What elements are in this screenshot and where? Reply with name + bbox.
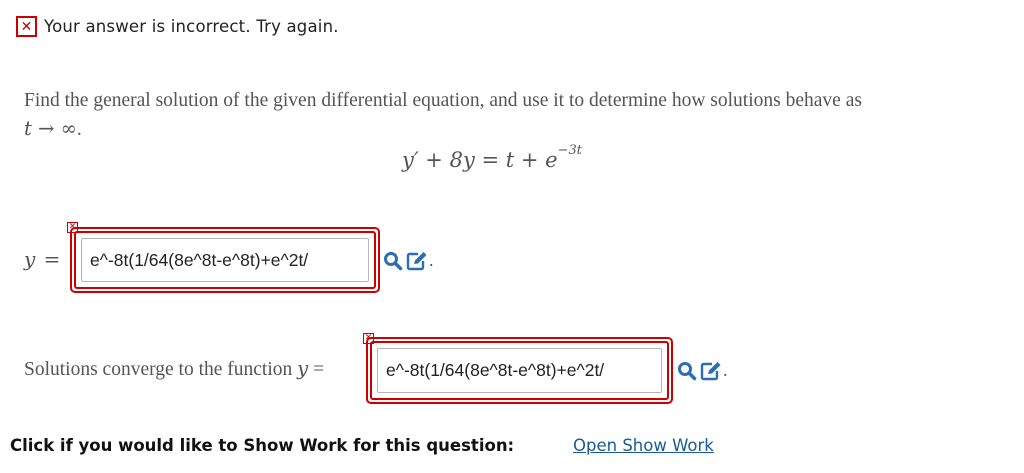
pencil-edit-icon[interactable]	[406, 251, 427, 271]
equation-lhs: y′ + 8y = t + e	[402, 148, 558, 172]
answer2-equals: =	[313, 359, 325, 380]
feedback-banner: ✕ Your answer is incorrect. Try again.	[16, 14, 339, 39]
pencil-edit-icon[interactable]	[700, 361, 721, 381]
limit-expression: t → ∞	[24, 117, 77, 140]
equation-exponent: −3t	[557, 143, 582, 158]
x-mark-icon: ✕	[16, 16, 37, 37]
feedback-text: Your answer is incorrect. Try again.	[44, 17, 339, 36]
magnifier-icon[interactable]	[383, 251, 403, 271]
question-main: Find the general solution of the given d…	[24, 90, 862, 111]
answer2-var: y	[297, 357, 309, 380]
answer1-tools: .	[383, 250, 434, 271]
answer1-period: .	[429, 250, 434, 270]
answer2-frame: e^-8t(1/64(8e^8t-e^8t)+e^2t/	[366, 337, 673, 404]
show-work-prompt: Click if you would like to Show Work for…	[10, 436, 515, 455]
answer2-input[interactable]: e^-8t(1/64(8e^8t-e^8t)+e^2t/	[377, 348, 662, 393]
limit-end: .	[76, 119, 82, 140]
answer1-var: y	[24, 247, 36, 271]
answer1-frame: e^-8t(1/64(8e^8t-e^8t)+e^2t/	[70, 227, 380, 293]
answer2-tools: .	[677, 360, 728, 381]
differential-equation: y′ + 8y = t + e−3t	[402, 143, 582, 172]
answer1-equals: =	[43, 247, 61, 271]
answer2-label: Solutions converge to the function y =	[24, 357, 324, 381]
question-text: Find the general solution of the given d…	[24, 87, 924, 144]
open-show-work-link[interactable]: Open Show Work	[573, 436, 714, 455]
answer1-label: y =	[24, 247, 60, 271]
magnifier-icon[interactable]	[677, 361, 697, 381]
answer2-period: .	[723, 360, 728, 380]
answer1-input[interactable]: e^-8t(1/64(8e^8t-e^8t)+e^2t/	[81, 238, 369, 282]
answer2-label-text: Solutions converge to the function	[24, 359, 298, 380]
